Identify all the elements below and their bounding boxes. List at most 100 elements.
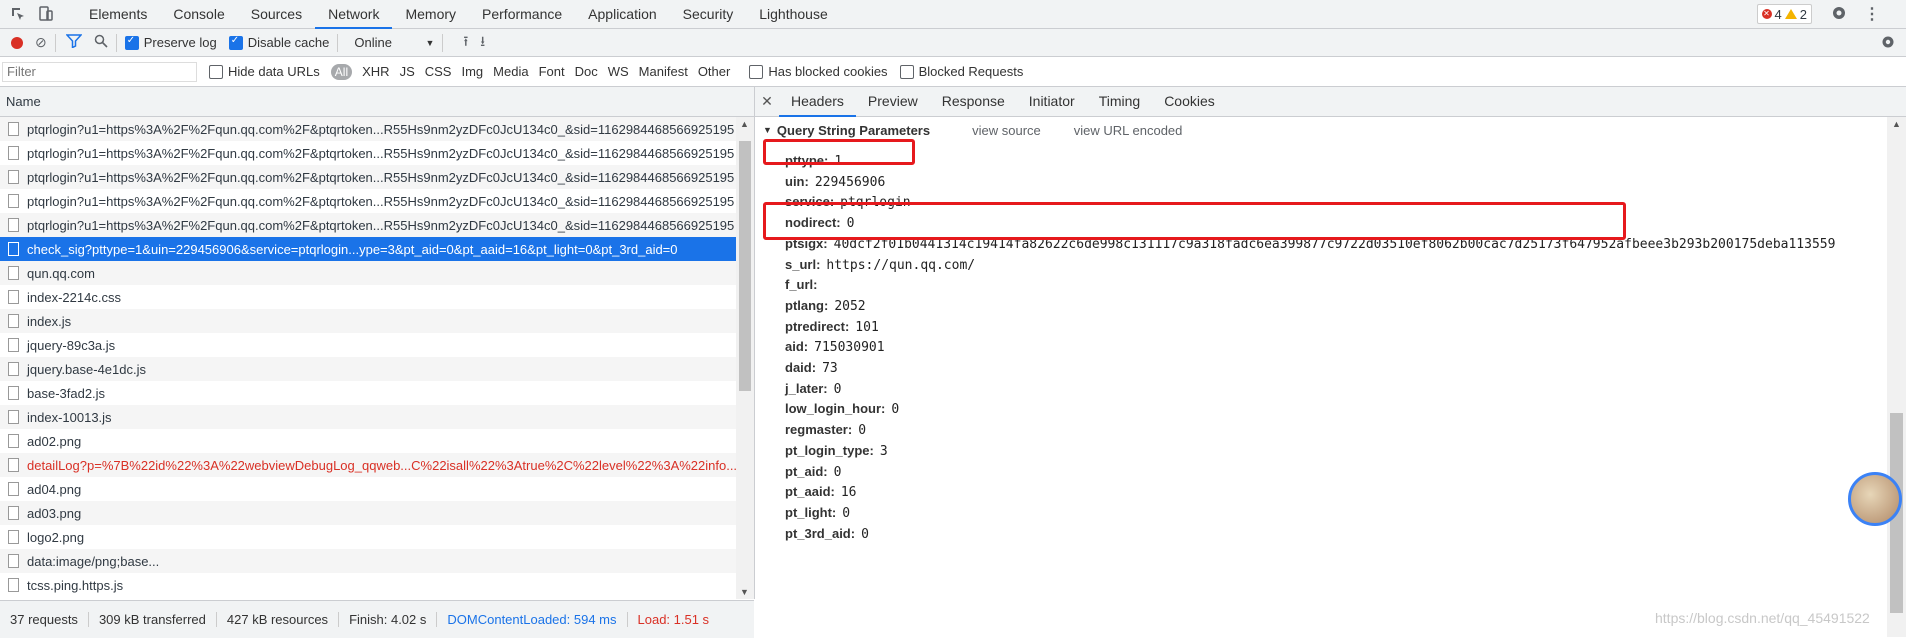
type-filter-img[interactable]: Img xyxy=(461,64,483,79)
clear-icon[interactable]: ⊘ xyxy=(35,34,47,51)
scroll-up-icon[interactable]: ▲ xyxy=(1892,119,1901,129)
request-row[interactable]: ptqrlogin?u1=https%3A%2F%2Fqun.qq.com%2F… xyxy=(0,165,736,189)
file-icon xyxy=(8,434,19,448)
request-row[interactable]: detailLog?p=%7B%22id%22%3A%22webviewDebu… xyxy=(0,453,736,477)
view-source-link[interactable]: view source xyxy=(972,123,1041,138)
more-options-icon[interactable]: ⋮ xyxy=(1864,4,1880,24)
type-filter-manifest[interactable]: Manifest xyxy=(639,64,688,79)
preserve-log-label: Preserve log xyxy=(143,35,217,50)
param-key: pt_login_type: xyxy=(785,442,874,458)
param-value: 3 xyxy=(879,443,888,459)
request-row[interactable]: jquery.base-4e1dc.js xyxy=(0,357,736,381)
type-filter-xhr[interactable]: XHR xyxy=(362,64,389,79)
tab-memory[interactable]: Memory xyxy=(392,0,469,28)
request-row[interactable]: data:image/png;base... xyxy=(0,549,736,573)
request-row[interactable]: tcss.ping.https.js xyxy=(0,573,736,597)
file-icon xyxy=(8,554,19,568)
tab-network[interactable]: Network xyxy=(315,0,393,29)
tab-lighthouse[interactable]: Lighthouse xyxy=(746,0,841,28)
detail-tab-initiator[interactable]: Initiator xyxy=(1017,87,1087,116)
request-row[interactable]: qun.qq.com xyxy=(0,261,736,285)
request-name: ptqrlogin?u1=https%3A%2F%2Fqun.qq.com%2F… xyxy=(27,145,735,161)
divider xyxy=(337,33,339,52)
request-row[interactable]: index-2214c.css xyxy=(0,285,736,309)
scroll-up-icon[interactable]: ▲ xyxy=(740,119,749,129)
request-name: base-3fad2.js xyxy=(27,385,106,401)
param-key: f_url: xyxy=(785,277,818,293)
detail-tab-preview[interactable]: Preview xyxy=(856,87,930,116)
detail-tab-response[interactable]: Response xyxy=(930,87,1017,116)
close-detail-icon[interactable]: ✕ xyxy=(755,93,779,110)
tab-security[interactable]: Security xyxy=(670,0,747,28)
file-icon xyxy=(8,314,19,328)
tab-application[interactable]: Application xyxy=(575,0,670,28)
param-value: 101 xyxy=(855,319,879,335)
throttling-select[interactable]: Online ▼ xyxy=(354,35,434,50)
request-rows: ptqrlogin?u1=https%3A%2F%2Fqun.qq.com%2F… xyxy=(0,117,736,599)
view-url-encoded-link[interactable]: view URL encoded xyxy=(1074,123,1183,138)
request-row[interactable]: ad03.png xyxy=(0,501,736,525)
query-param: ptredirect: 101 xyxy=(785,319,879,335)
search-icon[interactable] xyxy=(94,34,108,51)
type-filter-other[interactable]: Other xyxy=(698,64,731,79)
blocked-requests-checkbox[interactable]: Blocked Requests xyxy=(899,64,1023,79)
request-name: ad03.png xyxy=(27,505,82,521)
tab-console[interactable]: Console xyxy=(160,0,237,28)
device-toolbar-icon[interactable] xyxy=(36,4,56,24)
query-string-title: Query String Parameters xyxy=(776,122,931,138)
disable-cache-checkbox[interactable]: Disable cache xyxy=(228,35,329,50)
request-row[interactable]: ad02.png xyxy=(0,429,736,453)
request-row[interactable]: ptqrlogin?u1=https%3A%2F%2Fqun.qq.com%2F… xyxy=(0,189,736,213)
checkbox-icon xyxy=(899,64,914,79)
type-filter-doc[interactable]: Doc xyxy=(575,64,598,79)
request-row[interactable]: index.js xyxy=(0,309,736,333)
has-blocked-cookies-checkbox[interactable]: Has blocked cookies xyxy=(749,64,888,79)
type-filter-css[interactable]: CSS xyxy=(425,64,452,79)
request-row[interactable]: ptqrlogin?u1=https%3A%2F%2Fqun.qq.com%2F… xyxy=(0,141,736,165)
scroll-down-icon[interactable]: ▼ xyxy=(740,587,749,597)
scrollbar-thumb[interactable] xyxy=(739,141,751,391)
settings-gear-icon[interactable] xyxy=(1830,4,1848,25)
request-row[interactable]: jquery-89c3a.js xyxy=(0,333,736,357)
request-row[interactable]: ptqrlogin?u1=https%3A%2F%2Fqun.qq.com%2F… xyxy=(0,213,736,237)
collapse-triangle-icon[interactable]: ▼ xyxy=(763,125,772,135)
detail-tabs: ✕ Headers Preview Response Initiator Timing C… xyxy=(755,87,1906,117)
issues-badge[interactable]: ✕ 4 2 xyxy=(1756,4,1812,24)
query-string-header[interactable]: ▼ Query String Parameters view source vi… xyxy=(755,117,1885,143)
type-filter-ws[interactable]: WS xyxy=(608,64,629,79)
type-filter-js[interactable]: JS xyxy=(400,64,415,79)
floating-avatar[interactable] xyxy=(1848,472,1902,526)
network-settings-gear-icon[interactable] xyxy=(1880,34,1896,53)
request-row[interactable]: index-10013.js xyxy=(0,405,736,429)
resource-type-filters: All XHR JS CSS Img Media Font Doc WS Manifest Othe… xyxy=(326,63,736,80)
import-har-icon[interactable]: ⭱ xyxy=(463,31,468,55)
detail-tab-headers[interactable]: Headers xyxy=(779,87,856,117)
request-row[interactable]: ptqrlogin?u1=https%3A%2F%2Fqun.qq.com%2F… xyxy=(0,117,736,141)
type-filter-font[interactable]: Font xyxy=(539,64,565,79)
filter-icon[interactable] xyxy=(65,34,83,51)
request-list-scrollbar[interactable]: ▲ ▼ xyxy=(736,117,754,599)
type-filter-all[interactable]: All xyxy=(330,63,353,80)
detail-scrollbar[interactable]: ▲ xyxy=(1887,117,1906,637)
request-row[interactable]: logo2.png xyxy=(0,525,736,549)
query-param: j_later: 0 xyxy=(785,381,841,397)
name-column-header[interactable]: Name xyxy=(0,87,754,117)
tab-performance[interactable]: Performance xyxy=(469,0,575,28)
request-row[interactable]: check_sig?pttype=1&uin=229456906&service… xyxy=(0,237,736,261)
detail-tab-timing[interactable]: Timing xyxy=(1087,87,1153,116)
filter-input[interactable]: Filter xyxy=(2,61,197,82)
inspect-element-icon[interactable] xyxy=(8,4,28,24)
preserve-log-checkbox[interactable]: Preserve log xyxy=(124,35,217,50)
tab-elements[interactable]: Elements xyxy=(76,0,160,28)
request-row[interactable]: ad04.png xyxy=(0,477,736,501)
name-header-label: Name xyxy=(6,94,41,109)
tab-sources[interactable]: Sources xyxy=(238,0,315,28)
type-filter-media[interactable]: Media xyxy=(493,64,528,79)
param-key: ptlang: xyxy=(785,297,829,313)
request-row[interactable]: base-3fad2.js xyxy=(0,381,736,405)
record-button[interactable] xyxy=(11,36,23,49)
hide-data-urls-checkbox[interactable]: Hide data URLs xyxy=(209,64,320,79)
query-param: pt_aid: 0 xyxy=(785,464,841,480)
export-har-icon[interactable]: ⭳ xyxy=(480,31,485,55)
detail-tab-cookies[interactable]: Cookies xyxy=(1152,87,1227,116)
